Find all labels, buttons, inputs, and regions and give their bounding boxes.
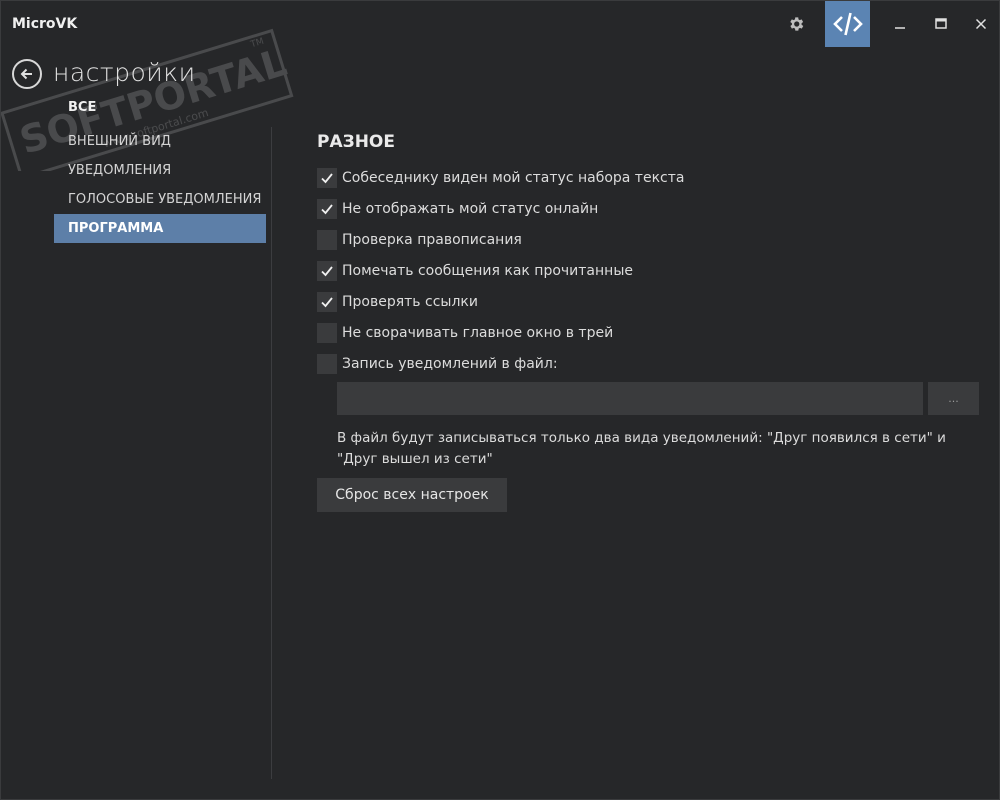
settings-nav: ВСЕ ВНЕШНИЙ ВИД УВЕДОМЛЕНИЯ ГОЛОСОВЫЕ УВ… [54,93,266,243]
close-icon [975,18,987,30]
option-label: Не сворачивать главное окно в трей [342,324,614,341]
option-label: Собеседнику виден мой статус набора текс… [342,169,685,186]
checkbox[interactable] [317,260,337,281]
checkmark-icon [321,296,333,307]
nav-item-program[interactable]: ПРОГРАММА [54,214,266,243]
checkbox[interactable] [317,229,337,250]
nav-divider [271,127,272,779]
nav-item-notifications[interactable]: УВЕДОМЛЕНИЯ [54,156,266,185]
checkmark-icon [321,265,333,276]
page-title: настройки [53,58,196,87]
option-label: Проверять ссылки [342,293,478,310]
log-file-row: ... [337,382,979,415]
checkbox[interactable] [317,198,337,219]
reset-settings-button[interactable]: Сброс всех настроек [317,478,507,512]
developer-button[interactable] [825,1,870,47]
option-spellcheck[interactable]: Проверка правописания [317,224,987,255]
option-label: Не отображать мой статус онлайн [342,200,599,217]
option-hide-online[interactable]: Не отображать мой статус онлайн [317,193,987,224]
checkmark-icon [321,203,333,214]
settings-button[interactable] [781,1,811,47]
option-log-to-file[interactable]: Запись уведомлений в файл: [317,348,987,379]
option-label: Проверка правописания [342,231,522,248]
maximize-button[interactable] [921,1,961,47]
minimize-button[interactable] [877,1,922,47]
maximize-icon [935,18,947,29]
app-title: MicroVK [12,16,78,32]
nav-item-appearance[interactable]: ВНЕШНИЙ ВИД [54,127,266,156]
code-icon [832,12,863,36]
checkbox[interactable] [317,291,337,312]
app-window: MicroVK настройки ВСЕ ВНЕШНИЙ ВИД УВЕДОМ… [0,0,1000,800]
minimize-icon [894,27,905,29]
option-typing-status[interactable]: Собеседнику виден мой статус набора текс… [317,162,987,193]
checkbox[interactable] [317,167,337,188]
option-mark-read[interactable]: Помечать сообщения как прочитанные [317,255,987,286]
option-no-tray[interactable]: Не сворачивать главное окно в трей [317,317,987,348]
watermark-tm: TM [249,37,266,51]
checkmark-icon [321,172,333,183]
options-list: Собеседнику виден мой статус набора текс… [317,162,987,379]
nav-item-voice-notifications[interactable]: ГОЛОСОВЫЕ УВЕДОМЛЕНИЯ [54,185,266,214]
arrow-left-icon [20,68,32,80]
option-label: Запись уведомлений в файл: [342,355,558,372]
nav-item-all[interactable]: ВСЕ [54,93,266,122]
log-file-path-input[interactable] [337,382,923,415]
close-button[interactable] [961,1,1000,47]
log-file-hint: В файл будут записываться только два вид… [337,430,946,467]
option-check-links[interactable]: Проверять ссылки [317,286,987,317]
browse-button[interactable]: ... [928,382,979,415]
gear-icon [790,17,804,31]
checkbox[interactable] [317,353,337,374]
checkbox[interactable] [317,322,337,343]
section-title: РАЗНОЕ [317,132,395,152]
option-label: Помечать сообщения как прочитанные [342,262,633,279]
back-button[interactable] [12,59,42,89]
